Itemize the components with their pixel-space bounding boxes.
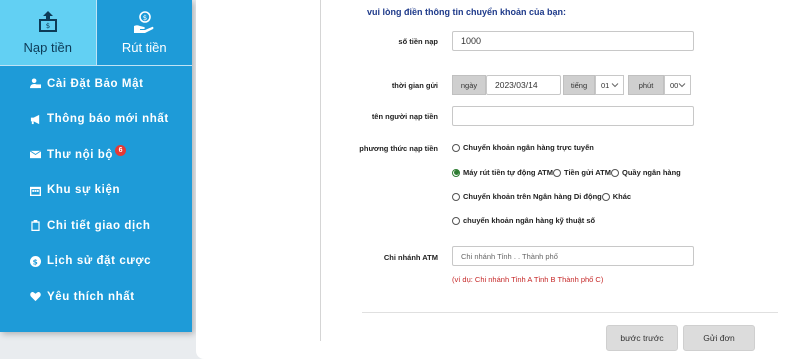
sidebar-item-security[interactable]: Cài Đặt Bảo Mật xyxy=(0,66,192,102)
minute-select[interactable]: 00 xyxy=(664,75,691,95)
method-option-other[interactable]: Khác xyxy=(601,192,632,201)
radio-button[interactable] xyxy=(610,168,619,177)
form-divider xyxy=(362,312,778,313)
radio-button[interactable] xyxy=(452,192,460,201)
envelope-icon xyxy=(30,150,41,159)
tab-bar: $ Nạp tiền $ Rút tiền xyxy=(0,0,192,66)
method-option-atm-deposit[interactable]: Tiền gửi ATM xyxy=(553,168,611,177)
tab-deposit-label: Nạp tiền xyxy=(23,40,72,55)
chevron-down-icon xyxy=(678,83,686,88)
sidebar-item-inbox[interactable]: Thư nội bộ 6 xyxy=(0,137,192,173)
method-option-atm-machine[interactable]: Máy rút tiền tự động ATM xyxy=(452,168,553,177)
method-option-label: Chuyển khoản ngân hàng trực tuyến xyxy=(463,143,594,152)
sidebar-item-label: Yêu thích nhất xyxy=(47,290,135,303)
branch-label: Chi nhánh ATM xyxy=(383,253,438,262)
method-row-1: Chuyển khoản ngân hàng trực tuyến xyxy=(452,143,594,152)
sender-input[interactable] xyxy=(452,106,694,126)
sidebar-item-bet-history[interactable]: $ Lịch sử đặt cược xyxy=(0,244,192,280)
time-label: thời gian gửi xyxy=(391,81,438,90)
branch-hint: (ví dụ: Chi nhánh Tỉnh A Tỉnh B Thành ph… xyxy=(452,275,604,284)
dollar-circle-icon: $ xyxy=(30,255,41,267)
sidebar-menu: Cài Đặt Bảo Mật Thông báo mới nhất Thư n… xyxy=(0,66,192,315)
back-button[interactable]: bước trước xyxy=(606,325,678,351)
clipboard-icon xyxy=(31,220,40,232)
sidebar-item-label: Chi tiết giao dịch xyxy=(47,219,151,232)
method-row-4: chuyển khoản ngân hàng kỹ thuật số xyxy=(452,216,595,225)
sidebar-item-announcements[interactable]: Thông báo mới nhất xyxy=(0,102,192,138)
method-option-label: Khác xyxy=(612,192,632,201)
amount-input[interactable]: 1000 xyxy=(452,31,694,51)
method-row-2: Máy rút tiền tự động ATM Tiền gửi ATM Qu… xyxy=(452,168,681,177)
sidebar-item-label: Khu sự kiện xyxy=(47,184,121,197)
megaphone-icon xyxy=(30,114,40,124)
sidebar-item-label: Thông báo mới nhất xyxy=(47,113,169,126)
submit-button[interactable]: Gửi đơn xyxy=(683,325,755,351)
withdraw-icon: $ xyxy=(134,11,154,33)
method-label: phương thức nạp tiền xyxy=(359,144,438,153)
radio-button[interactable] xyxy=(553,168,562,177)
sidebar-item-label: Cài Đặt Bảo Mật xyxy=(47,77,144,90)
tab-withdraw[interactable]: $ Rút tiền xyxy=(95,0,193,65)
chevron-down-icon xyxy=(611,83,619,88)
tab-withdraw-label: Rút tiền xyxy=(121,40,167,55)
date-input[interactable]: 2023/03/14 xyxy=(486,75,561,95)
method-option-label: Tiền gửi ATM xyxy=(564,168,611,177)
user-lock-icon xyxy=(30,78,41,89)
method-option-label: Quầy ngân hàng xyxy=(621,168,681,177)
method-option-label: Máy rút tiền tự động ATM xyxy=(463,168,554,177)
sidebar-item-favorites[interactable]: Yêu thích nhất xyxy=(0,279,192,315)
method-option-online-transfer[interactable]: Chuyển khoản ngân hàng trực tuyến xyxy=(452,143,594,152)
method-option-bank-counter[interactable]: Quầy ngân hàng xyxy=(610,168,681,177)
radio-button[interactable] xyxy=(452,216,460,225)
method-row-3: Chuyển khoản trên Ngân hàng Di động Khác xyxy=(452,192,631,201)
minute-addon: phút xyxy=(628,75,664,95)
sidebar: $ Nạp tiền $ Rút tiền Cài Đặt Bảo Mật Th… xyxy=(0,0,192,332)
calendar-icon xyxy=(30,186,41,196)
tab-deposit[interactable]: $ Nạp tiền xyxy=(0,0,96,65)
deposit-icon: $ xyxy=(38,11,57,32)
svg-text:$: $ xyxy=(46,22,50,30)
sidebar-item-label: Thư nội bộ xyxy=(47,148,114,161)
branch-input[interactable]: Chi nhánh Tỉnh . . Thành phố xyxy=(452,246,694,266)
sidebar-item-events[interactable]: Khu sự kiện xyxy=(0,173,192,209)
column-divider xyxy=(320,0,321,341)
svg-text:$: $ xyxy=(143,14,147,22)
sender-label: tên người nạp tiền xyxy=(371,112,438,121)
radio-button[interactable] xyxy=(452,143,460,152)
unread-badge: 6 xyxy=(115,145,127,157)
radio-button-checked[interactable] xyxy=(452,168,460,177)
heart-icon xyxy=(30,292,41,302)
radio-button[interactable] xyxy=(601,192,610,201)
method-option-label: Chuyển khoản trên Ngân hàng Di động xyxy=(463,192,602,201)
method-option-label: chuyển khoản ngân hàng kỹ thuật số xyxy=(463,216,596,225)
deposit-form-panel: vui lòng điền thông tin chuyển khoản của… xyxy=(196,0,799,359)
sidebar-item-label: Lịch sử đặt cược xyxy=(47,255,152,268)
hour-addon: tiếng xyxy=(563,75,595,95)
hour-select[interactable]: 01 xyxy=(595,75,624,95)
amount-label: số tiền nạp xyxy=(398,37,438,46)
method-option-mobile-banking[interactable]: Chuyển khoản trên Ngân hàng Di động xyxy=(452,192,602,201)
sidebar-item-transactions[interactable]: Chi tiết giao dịch xyxy=(0,208,192,244)
svg-text:$: $ xyxy=(33,257,39,266)
date-addon: ngày xyxy=(452,75,486,95)
form-title: vui lòng điền thông tin chuyển khoản của… xyxy=(367,7,567,17)
hour-value: 01 xyxy=(601,80,610,90)
method-option-digital-banking[interactable]: chuyển khoản ngân hàng kỹ thuật số xyxy=(452,216,595,225)
